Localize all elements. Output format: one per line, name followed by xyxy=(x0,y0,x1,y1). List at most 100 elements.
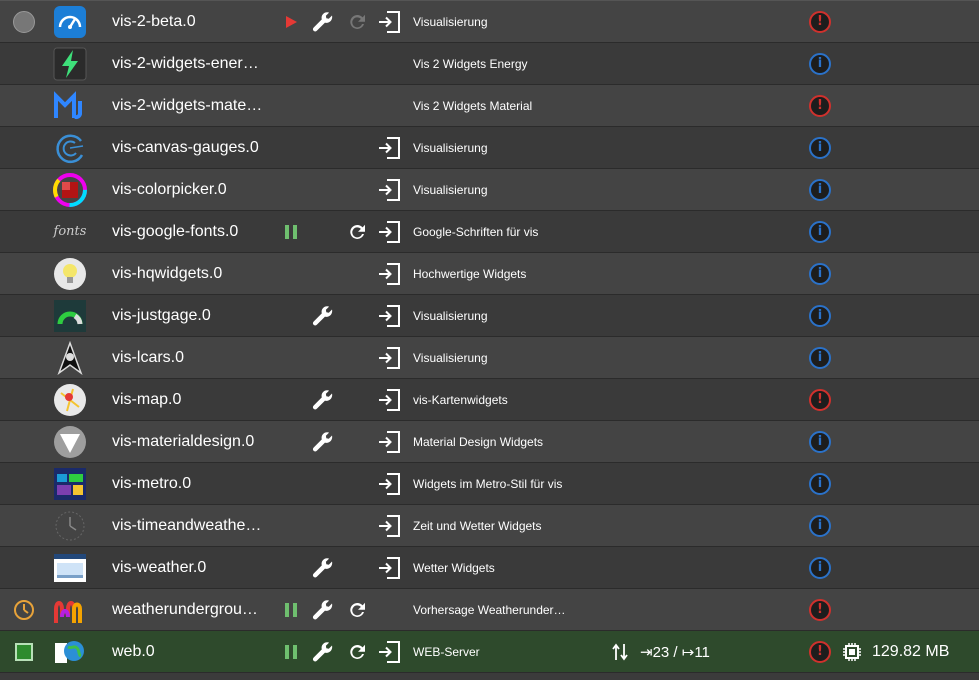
login-icon[interactable] xyxy=(377,127,403,168)
instance-title: Visualisierung xyxy=(413,350,488,365)
info-icon[interactable]: ! xyxy=(806,85,834,126)
play-icon[interactable] xyxy=(278,1,304,42)
instance-row[interactable]: vis-hqwidgets.0 Hochwertige Widgets i xyxy=(0,253,979,295)
instance-name: vis-metro.0 xyxy=(112,474,192,492)
fonts-logo-icon: fonts xyxy=(52,211,88,252)
login-icon[interactable] xyxy=(377,253,403,294)
instance-row[interactable]: vis-canvas-gauges.0 Visualisierung i xyxy=(0,127,979,169)
login-icon[interactable] xyxy=(377,547,403,588)
instance-title: Zeit und Wetter Widgets xyxy=(413,518,542,533)
metro-logo-icon xyxy=(52,463,88,504)
info-icon[interactable]: i xyxy=(806,127,834,168)
status-cell xyxy=(8,295,40,336)
login-icon[interactable] xyxy=(377,211,403,252)
pause-icon[interactable] xyxy=(278,631,304,672)
instance-title: Vis 2 Widgets Energy xyxy=(413,56,528,71)
login-icon[interactable] xyxy=(377,631,403,672)
connection-count: ⇥23 / ↦11 xyxy=(640,643,710,661)
info-icon: i xyxy=(809,346,831,369)
pause-icon[interactable] xyxy=(278,211,304,252)
info-icon: i xyxy=(809,136,831,159)
lightning-logo-icon xyxy=(52,43,88,84)
instance-row[interactable]: vis-2-widgets-mate… Vis 2 Widgets Materia… xyxy=(0,85,979,127)
login-icon[interactable] xyxy=(377,295,403,336)
info-icon[interactable]: i xyxy=(806,463,834,504)
instance-row[interactable]: fonts vis-google-fonts.0 Google-Schriften … xyxy=(0,211,979,253)
login-icon[interactable] xyxy=(377,1,403,42)
status-cell xyxy=(8,211,40,252)
info-icon[interactable]: ! xyxy=(806,589,834,630)
status-cell xyxy=(8,379,40,420)
info-icon[interactable]: i xyxy=(806,547,834,588)
instance-row[interactable]: weatherundergrou… Vorhersage Weatherunder… xyxy=(0,589,979,631)
instance-row[interactable]: vis-materialdesign.0 Material Design Widg… xyxy=(0,421,979,463)
instance-row[interactable]: vis-map.0 vis-Kartenwidgets! xyxy=(0,379,979,421)
stopped-circle-icon[interactable] xyxy=(13,10,35,33)
instance-row[interactable]: vis-lcars.0 Visualisierung i xyxy=(0,337,979,379)
info-icon[interactable]: ! xyxy=(806,1,834,42)
instance-row[interactable]: vis-colorpicker.0 Visualisierung i xyxy=(0,169,979,211)
info-icon[interactable]: ! xyxy=(806,631,834,672)
lightbulb-logo-icon xyxy=(52,253,88,294)
logo-text: fonts xyxy=(53,224,87,239)
login-icon[interactable] xyxy=(377,421,403,462)
status-cell xyxy=(8,463,40,504)
info-icon[interactable]: ! xyxy=(806,379,834,420)
status-cell xyxy=(8,169,40,210)
info-icon[interactable]: i xyxy=(806,43,834,84)
instance-name: vis-2-widgets-mate… xyxy=(112,96,263,114)
info-icon[interactable]: i xyxy=(806,295,834,336)
info-icon[interactable]: i xyxy=(806,169,834,210)
pause-icon[interactable] xyxy=(278,589,304,630)
instance-row[interactable]: vis-2-widgets-ener… Vis 2 Widgets Energy i xyxy=(0,43,979,85)
wrench-icon[interactable] xyxy=(310,589,336,630)
instance-row[interactable]: vis-metro.0 Widgets im Metro-Stil für vis… xyxy=(0,463,979,505)
instance-name: vis-map.0 xyxy=(112,390,182,408)
connection-stats: ⇥23 / ↦11 xyxy=(612,631,752,672)
running-square-icon[interactable] xyxy=(15,642,33,661)
info-icon[interactable]: i xyxy=(806,211,834,252)
info-icon: i xyxy=(809,430,831,453)
wrench-icon[interactable] xyxy=(310,1,336,42)
reload-icon[interactable] xyxy=(344,589,370,630)
info-icon[interactable]: i xyxy=(806,421,834,462)
login-icon[interactable] xyxy=(377,379,403,420)
login-icon[interactable] xyxy=(377,463,403,504)
status-cell xyxy=(8,253,40,294)
justgage-logo-icon xyxy=(52,295,88,336)
wrench-icon[interactable] xyxy=(310,631,336,672)
info-icon[interactable]: i xyxy=(806,253,834,294)
colorwheel-logo-icon xyxy=(52,169,88,210)
wrench-icon[interactable] xyxy=(310,547,336,588)
materialdesign-logo-icon xyxy=(52,421,88,462)
instance-title: Widgets im Metro-Stil für vis xyxy=(413,476,563,491)
instance-row[interactable]: vis-timeandweathe… Zeit und Wetter Widget… xyxy=(0,505,979,547)
memory-usage: 129.82 MB xyxy=(842,631,972,672)
instance-row[interactable]: vis-2-beta.0 Visualisierung! xyxy=(0,0,979,43)
info-icon[interactable]: i xyxy=(806,505,834,546)
info-icon[interactable]: i xyxy=(806,337,834,378)
login-icon[interactable] xyxy=(377,505,403,546)
instance-title: Visualisierung xyxy=(413,140,488,155)
info-icon: i xyxy=(809,178,831,201)
reload-icon[interactable] xyxy=(344,211,370,252)
instance-row[interactable]: vis-weather.0 Wetter Widgets i xyxy=(0,547,979,589)
instance-name: vis-justgage.0 xyxy=(112,306,211,324)
instance-name: web.0 xyxy=(112,642,155,660)
instance-name: vis-2-widgets-ener… xyxy=(112,54,259,72)
wrench-icon[interactable] xyxy=(310,379,336,420)
instance-row[interactable]: vis-justgage.0 Visualisierung i xyxy=(0,295,979,337)
instance-title: Vorhersage Weatherunder… xyxy=(413,602,566,617)
reload-icon[interactable] xyxy=(344,631,370,672)
status-cell xyxy=(8,505,40,546)
wrench-icon[interactable] xyxy=(310,421,336,462)
info-icon: i xyxy=(809,472,831,495)
wrench-icon[interactable] xyxy=(310,295,336,336)
instance-name: vis-2-beta.0 xyxy=(112,12,196,30)
login-icon[interactable] xyxy=(377,169,403,210)
web-globe-logo-icon xyxy=(52,631,88,672)
login-icon[interactable] xyxy=(377,337,403,378)
status-cell xyxy=(8,421,40,462)
instance-row[interactable]: web.0 WEB-Server! ⇥23 / ↦11 129.82 MB xyxy=(0,631,979,673)
status-cell xyxy=(8,43,40,84)
